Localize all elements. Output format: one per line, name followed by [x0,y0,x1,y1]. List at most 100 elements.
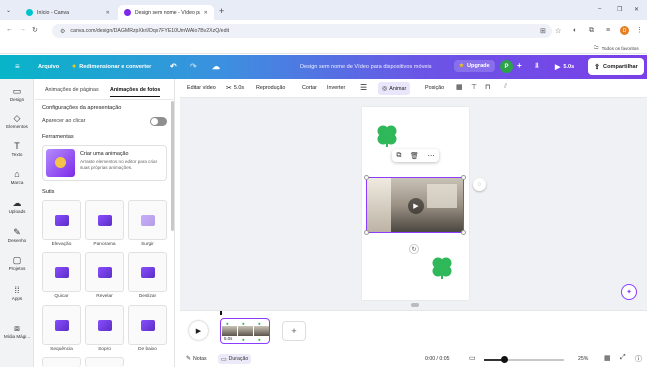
magic-assistant-icon[interactable]: ✦ [621,284,637,300]
sidebar-item-uploads[interactable]: ☁ Uploads [0,199,34,215]
edit-video-button[interactable]: Editar vídeo [187,85,216,91]
tab-page-animations[interactable]: Animações de páginas [45,87,99,93]
reload-icon[interactable]: ↻ [32,26,38,34]
preset-revelar[interactable] [85,252,124,292]
rotate-handle-icon[interactable]: ↻ [409,244,419,254]
tab-search-icon[interactable]: ⌄ [6,7,11,14]
install-app-icon[interactable]: ⊞ [540,27,546,35]
create-animation-card[interactable]: Criar uma animação Arraste elementos no … [42,145,167,181]
animate-button[interactable]: ◎ Animar [378,82,411,95]
page-view-icon[interactable]: ▭ [469,354,476,362]
restore-icon[interactable]: ❐ [617,6,622,13]
browser-menu-icon[interactable]: ⋮ [636,26,643,34]
back-icon[interactable]: ← [6,26,13,33]
playhead[interactable] [220,311,222,315]
duration-button[interactable]: ▭ Duração [218,354,252,364]
selected-video-element[interactable]: ▶ [364,175,466,235]
preset-partial[interactable] [42,357,81,367]
profile-avatar[interactable]: D [620,26,629,35]
preset-sequencia[interactable] [42,305,81,345]
redo-icon[interactable]: ↷ [190,62,197,71]
clover-sticker-top[interactable] [374,122,400,148]
tab-design[interactable]: Design sem nome - Vídeo para ✕ [118,5,214,20]
design-title[interactable]: Design sem nome de Vídeo para dispositiv… [300,64,432,70]
sidebar-item-text[interactable]: T Texto [0,142,34,158]
minimize-icon[interactable]: – [598,6,601,12]
zoom-slider[interactable] [484,356,564,363]
crop-button[interactable]: Cortar [302,85,317,91]
all-bookmarks-button[interactable]: 🗀 Todos os favoritos [594,44,639,52]
extension-icon[interactable]: ◐ [573,27,577,34]
sidebar-item-magic-media[interactable]: ⧈ Mídia Mági... [0,324,34,340]
help-icon[interactable]: ⓘ [635,354,642,364]
resize-handle[interactable] [364,175,369,180]
more-tools-icon[interactable]: ⫽ [504,83,507,91]
resize-handle[interactable] [461,230,466,235]
extensions-puzzle-icon[interactable]: ⧉ [589,27,594,35]
tab-photo-animations[interactable]: Animações de fotos [110,87,161,97]
sidebar-item-projects[interactable]: ▢ Projetos [0,256,34,272]
appear-on-click-toggle[interactable] [150,117,167,126]
resize-button[interactable]: ● Redimensionar e converter [72,63,151,70]
user-avatar[interactable]: P [500,60,513,73]
bookmark-star-icon[interactable]: ☆ [555,27,561,35]
menu-hamburger-icon[interactable]: ≡ [15,62,20,71]
sidebar-item-draw[interactable]: ✎ Desenho [0,228,34,244]
undo-icon[interactable]: ↶ [170,62,177,71]
preset-surgir[interactable] [128,200,167,240]
preset-de-baixo[interactable] [128,305,167,345]
file-menu-button[interactable]: Arquivo [38,64,59,70]
tab-inicio[interactable]: Início - Canva ✕ [20,5,116,20]
fullscreen-icon[interactable]: ⤢ [620,354,626,362]
close-tab-icon[interactable]: ✕ [106,10,110,16]
notes-button[interactable]: ✎ Notas [186,355,207,363]
zoom-slider-knob[interactable] [501,356,508,363]
sidebar-item-brand[interactable]: ⌂ Marca [0,170,34,186]
position-button[interactable]: Posição [425,85,444,91]
share-button[interactable]: ⇪ Compartilhar [588,58,644,75]
playback-button[interactable]: Reprodução [256,85,285,91]
play-preview-button[interactable]: ▶ 5.0s [555,63,574,71]
resize-handle[interactable] [364,230,369,235]
close-tab-icon[interactable]: ✕ [204,10,208,16]
timeline-play-button[interactable]: ▶ [189,321,208,340]
more-options-icon[interactable]: ⋯ [428,152,435,160]
site-info-icon[interactable]: ⚙ [60,28,65,35]
paint-format-icon[interactable]: ⊤ [471,83,477,91]
url-field[interactable]: ⚙ canva.com/design/DAGMRzpXkrI/Dqx7FYE10… [52,24,552,38]
forward-icon[interactable]: → [19,26,26,33]
preset-panorama[interactable] [85,200,124,240]
clover-sticker-bottom[interactable] [429,254,455,280]
analytics-icon[interactable]: ⫫ [535,62,539,70]
comment-icon[interactable]: ◌ [473,178,486,191]
reading-list-icon[interactable]: ≡ [606,27,610,34]
grid-view-icon[interactable]: ▦ [604,354,611,362]
add-collaborator-icon[interactable]: + [517,61,522,70]
duplicate-icon[interactable]: ⧉ [396,152,401,160]
cloud-saved-icon[interactable]: ☁ [212,62,220,71]
new-tab-icon[interactable]: + [219,6,224,16]
add-page-button[interactable]: + [282,321,306,341]
video-play-icon[interactable]: ▶ [408,198,424,214]
preset-deslizar[interactable] [128,252,167,292]
panel-scrollbar[interactable] [171,101,174,231]
lock-icon[interactable]: ⊓ [485,83,490,91]
flip-button[interactable]: Inverter [327,85,345,91]
sidebar-item-apps[interactable]: ⁞⁞ Apps [0,286,34,302]
sidebar-item-elements[interactable]: ◇ Elementos [0,114,34,130]
trim-button[interactable]: ✂ 5.0s [226,84,244,92]
preset-quicar[interactable] [42,252,81,292]
timeline-clip[interactable]: ♣ ♣ ♣ ♣ ♣ 5.0s [220,318,270,344]
transparency-icon[interactable]: ▦ [456,83,463,91]
preset-sopro[interactable] [85,305,124,345]
sidebar-item-design[interactable]: ▭ Design [0,87,34,103]
preset-partial[interactable] [85,357,124,367]
upgrade-button[interactable]: ★ Upgrade [454,60,495,72]
delete-icon[interactable]: 🗑 [410,152,419,160]
page-expand-handle[interactable] [411,303,419,307]
line-style-icon[interactable]: ☰ [360,83,367,92]
close-window-icon[interactable]: ✕ [634,6,639,13]
resize-handle[interactable] [461,175,466,180]
preset-elevacao[interactable] [42,200,81,240]
zoom-percent[interactable]: 25% [578,356,588,362]
